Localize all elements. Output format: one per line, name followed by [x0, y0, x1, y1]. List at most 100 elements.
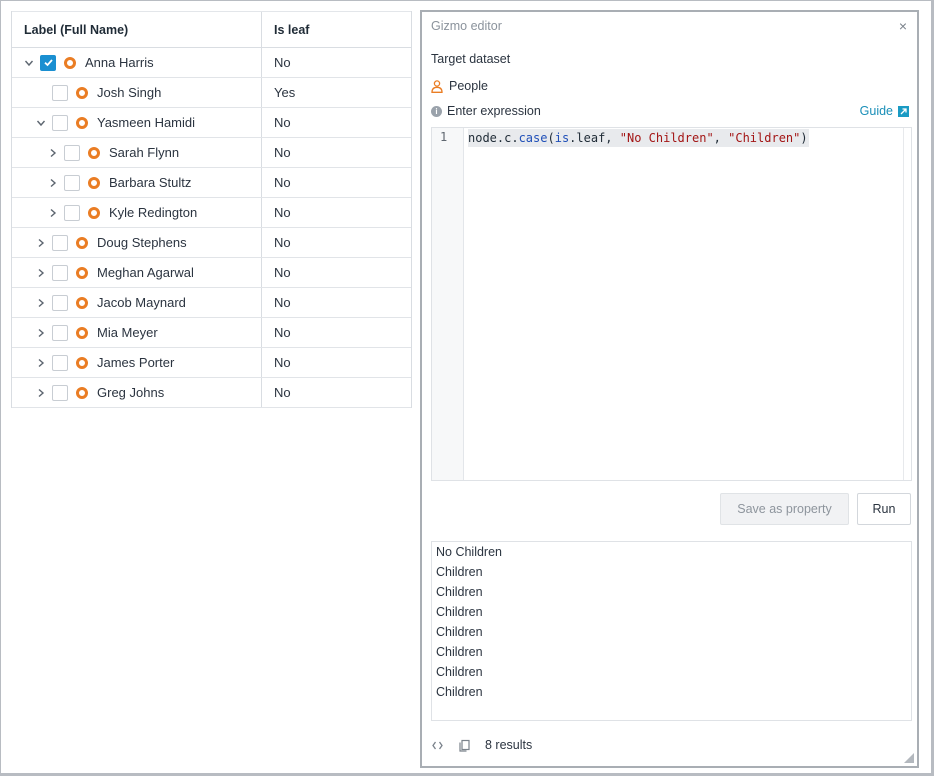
column-header-label[interactable]: Label (Full Name) — [12, 12, 262, 47]
chevron-right-icon[interactable] — [34, 326, 48, 340]
node-name: Yasmeen Hamidi — [97, 115, 196, 130]
table-row[interactable]: Barbara Stultz No — [12, 168, 411, 198]
close-icon[interactable]: × — [899, 18, 907, 34]
result-item: Children — [436, 605, 483, 619]
table-row[interactable]: Meghan Agarwal No — [12, 258, 411, 288]
node-name: Doug Stephens — [97, 235, 187, 250]
label-cell: Yasmeen Hamidi — [12, 108, 262, 137]
grid-header: Label (Full Name) Is leaf — [12, 11, 411, 48]
dataset-name: People — [449, 79, 488, 93]
chevron-right-icon[interactable] — [34, 386, 48, 400]
code-editor[interactable]: 1 node.c.case(is.leaf, "No Children", "C… — [431, 127, 912, 481]
chevron-right-icon[interactable] — [46, 206, 60, 220]
table-row[interactable]: Greg Johns No — [12, 378, 411, 408]
expression-label-row: i Enter expression — [431, 104, 541, 118]
expression-label: Enter expression — [447, 104, 541, 118]
result-item: No Children — [436, 545, 503, 559]
code-token-string: "Children" — [728, 131, 801, 145]
node-name: Anna Harris — [85, 55, 154, 70]
gizmo-editor-panel: Gizmo editor × Target dataset People i E… — [420, 10, 919, 768]
chevron-down-icon[interactable] — [34, 116, 48, 130]
table-row[interactable]: Kyle Redington No — [12, 198, 411, 228]
node-icon — [76, 326, 88, 339]
resize-grip-icon[interactable] — [904, 753, 914, 763]
result-item: Children — [436, 585, 483, 599]
row-checkbox[interactable] — [52, 264, 68, 281]
is-leaf-cell: No — [274, 265, 291, 280]
result-item: Children — [436, 645, 483, 659]
label-cell: Kyle Redington — [12, 198, 262, 227]
code-brackets-icon[interactable] — [431, 739, 444, 752]
person-icon — [431, 79, 443, 93]
tree-grid: Label (Full Name) Is leaf Anna Harris No J… — [11, 11, 412, 408]
is-leaf-cell: No — [274, 385, 291, 400]
grid-body: Anna Harris No Josh Singh Yes Yasmeen Hamidi… — [12, 48, 411, 408]
node-name: Sarah Flynn — [109, 145, 180, 160]
code-token: ) — [800, 131, 808, 145]
code-token-function: case — [518, 131, 548, 145]
row-checkbox[interactable] — [52, 114, 68, 131]
line-number: 1 — [440, 130, 448, 144]
row-checkbox[interactable] — [52, 234, 68, 251]
column-header-is-leaf[interactable]: Is leaf — [262, 12, 411, 47]
chevron-right-icon[interactable] — [46, 146, 60, 160]
table-row[interactable]: Anna Harris No — [12, 48, 411, 78]
chevron-right-icon[interactable] — [34, 356, 48, 370]
code-token-keyword: is — [554, 131, 570, 145]
row-checkbox[interactable] — [64, 144, 80, 161]
node-icon — [76, 86, 88, 99]
dataset-selector[interactable]: People — [431, 79, 488, 93]
results-list: No Children Children Children Children Child… — [431, 541, 912, 721]
row-checkbox[interactable] — [52, 324, 68, 341]
table-row[interactable]: Jacob Maynard No — [12, 288, 411, 318]
row-checkbox[interactable] — [52, 384, 68, 401]
row-checkbox[interactable] — [40, 54, 56, 71]
label-cell: Anna Harris — [12, 48, 262, 77]
row-checkbox[interactable] — [52, 354, 68, 371]
label-cell: Sarah Flynn — [12, 138, 262, 167]
code-line[interactable]: node.c.case(is.leaf, "No Children", "Chi… — [468, 129, 809, 147]
code-scrollbar[interactable] — [903, 128, 911, 480]
label-cell: Barbara Stultz — [12, 168, 262, 197]
info-icon[interactable]: i — [431, 105, 442, 117]
table-row[interactable]: Josh Singh Yes — [12, 78, 411, 108]
guide-link[interactable]: Guide — [860, 104, 909, 118]
label-cell: Greg Johns — [12, 378, 262, 407]
node-name: Jacob Maynard — [97, 295, 186, 310]
chevron-right-icon[interactable] — [34, 236, 48, 250]
code-token-string: "No Children" — [619, 131, 714, 145]
code-token: ( — [547, 131, 555, 145]
label-cell: Doug Stephens — [12, 228, 262, 257]
save-as-property-button[interactable]: Save as property — [720, 493, 849, 525]
node-name: Josh Singh — [97, 85, 162, 100]
label-cell: Josh Singh — [12, 78, 262, 107]
result-item: Children — [436, 685, 483, 699]
row-checkbox[interactable] — [64, 204, 80, 221]
chevron-right-icon[interactable] — [34, 266, 48, 280]
chevron-down-icon[interactable] — [22, 56, 36, 70]
copy-icon[interactable] — [458, 739, 471, 752]
table-row[interactable]: Yasmeen Hamidi No — [12, 108, 411, 138]
line-gutter: 1 — [432, 128, 464, 480]
row-checkbox[interactable] — [52, 84, 68, 101]
node-icon — [76, 386, 88, 399]
label-cell: Jacob Maynard — [12, 288, 262, 317]
run-button[interactable]: Run — [857, 493, 911, 525]
node-name: Barbara Stultz — [109, 175, 192, 190]
table-row[interactable]: Sarah Flynn No — [12, 138, 411, 168]
table-row[interactable]: James Porter No — [12, 348, 411, 378]
table-row[interactable]: Doug Stephens No — [12, 228, 411, 258]
table-row[interactable]: Mia Meyer No — [12, 318, 411, 348]
result-item: Children — [436, 565, 483, 579]
row-checkbox[interactable] — [52, 294, 68, 311]
is-leaf-cell: No — [274, 55, 291, 70]
chevron-right-icon[interactable] — [34, 296, 48, 310]
row-checkbox[interactable] — [64, 174, 80, 191]
node-icon — [64, 56, 76, 69]
chevron-right-icon[interactable] — [46, 176, 60, 190]
node-icon — [76, 116, 88, 129]
node-name: James Porter — [97, 355, 175, 370]
target-dataset-label: Target dataset — [431, 52, 511, 66]
node-icon — [76, 266, 88, 279]
node-name: Kyle Redington — [109, 205, 198, 220]
